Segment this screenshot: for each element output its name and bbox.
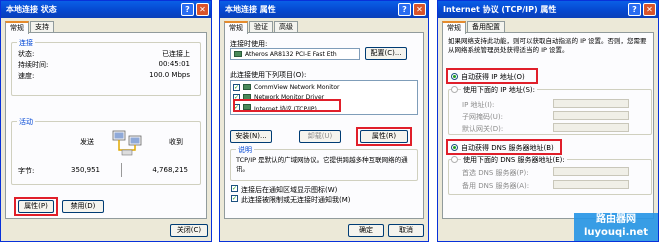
disable-button[interactable]: 禁用(D) — [62, 200, 104, 213]
gateway-field — [553, 123, 629, 132]
auto-ip-label: 自动获得 IP 地址(O) — [461, 73, 525, 81]
description-group: 说明 TCP/IP 是默认的广域网协议。它提供跨越多种互联网络的通讯。 — [230, 145, 418, 181]
show-icon-checkbox[interactable]: ✓ — [231, 185, 238, 192]
properties-button[interactable]: 属性(P) — [18, 200, 54, 213]
activity-group-label: 活动 — [17, 117, 35, 127]
watermark-url: luyouqi.net — [583, 227, 649, 238]
intro-text: 如果网络支持此功能，则可以获取自动指派的 IP 设置。否则，您需要从网络系统管理… — [448, 37, 647, 54]
bytes-received-value: 4,768,215 — [152, 166, 188, 174]
bytes-sent-value: 350,951 — [71, 166, 100, 174]
list-item-label: Internet 协议 (TCP/IP) — [254, 106, 317, 113]
cancel-button[interactable]: 取消 — [388, 224, 424, 237]
speed-label: 速度: — [18, 72, 35, 80]
help-button[interactable]: ? — [628, 3, 641, 16]
checkbox[interactable]: ✓ — [233, 84, 240, 91]
duration-value: 00:45:01 — [158, 60, 190, 68]
connection-group-label: 连接 — [17, 38, 35, 48]
speed-value: 100.0 Mbps — [149, 71, 190, 79]
network-card-icon — [234, 51, 242, 57]
subnet-mask-field — [553, 111, 629, 120]
duration-label: 持续时间: — [18, 61, 49, 69]
ip-address-label: IP 地址(I): — [462, 101, 495, 109]
connection-group: 连接 状态: 已连接上 持续时间: 00:45:01 速度: 100.0 Mbp… — [11, 38, 201, 96]
status-label: 状态: — [18, 50, 35, 58]
manual-dns-label: 使用下面的 DNS 服务器地址(E): — [461, 155, 567, 165]
list-item-label: CommView Network Monitor — [254, 84, 340, 91]
adapter-name: Atheros AR8132 PCI-E Fast Eth — [245, 51, 337, 58]
auto-dns-label: 自动获得 DNS 服务器地址(B) — [461, 144, 554, 152]
status-title-bar: 本地连接 状态 ? ✕ — [1, 1, 211, 18]
manual-dns-radio[interactable] — [451, 156, 458, 163]
ip-address-field — [553, 99, 629, 108]
checkbox[interactable]: ✓ — [233, 104, 240, 111]
items-label: 此连接使用下列项目(O): — [230, 71, 307, 79]
tab-general[interactable]: 常规 — [442, 21, 466, 34]
status-window: 本地连接 状态 ? ✕ 常规 支持 连接 状态: 已连接上 持续时间: 00:4… — [0, 0, 212, 242]
service-icon — [243, 84, 251, 90]
service-icon — [243, 94, 251, 100]
manual-dns-group: 使用下面的 DNS 服务器地址(E): 首选 DNS 服务器(P): 备用 DN… — [448, 155, 652, 195]
list-item-label: Network Monitor Driver — [254, 94, 325, 101]
manual-ip-radio[interactable] — [451, 86, 458, 93]
list-item-selected[interactable]: ✓ Internet 协议 (TCP/IP) — [233, 103, 413, 113]
alternate-dns-label: 备用 DNS 服务器(A): — [462, 182, 530, 190]
status-value: 已连接上 — [162, 50, 190, 58]
checkbox[interactable]: ✓ — [233, 94, 240, 101]
tcpip-title-bar: Internet 协议 (TCP/IP) 属性 ? ✕ — [438, 1, 658, 18]
auto-dns-radio[interactable] — [451, 144, 458, 151]
network-activity-icon — [109, 128, 145, 158]
status-panel: 连接 状态: 已连接上 持续时间: 00:45:01 速度: 100.0 Mbp… — [5, 32, 207, 219]
bytes-label: 字节: — [18, 167, 35, 175]
ok-button[interactable]: 确定 — [348, 224, 384, 237]
preferred-dns-field — [553, 167, 629, 176]
status-window-title: 本地连接 状态 — [6, 5, 57, 14]
alternate-dns-field — [553, 180, 629, 189]
tab-general[interactable]: 常规 — [224, 21, 248, 34]
tcpip-panel: 如果网络支持此功能，则可以获取自动指派的 IP 设置。否则，您需要从网络系统管理… — [442, 32, 654, 219]
activity-group: 活动 发送 收到 字节: 350,951 4,768,215 — [11, 117, 201, 185]
properties-window-title: 本地连接 属性 — [225, 5, 276, 14]
protocol-icon — [243, 104, 251, 110]
watermark: 路由器网 luyouqi.net — [574, 213, 658, 241]
close-window-button[interactable]: ✕ — [643, 3, 656, 16]
close-button[interactable]: 关闭(C) — [170, 224, 208, 237]
sent-label: 发送 — [80, 138, 94, 146]
properties-title-bar: 本地连接 属性 ? ✕ — [220, 1, 428, 18]
watermark-title: 路由器网 — [596, 214, 636, 225]
help-button[interactable]: ? — [398, 3, 411, 16]
preferred-dns-label: 首选 DNS 服务器(P): — [462, 169, 529, 177]
help-button[interactable]: ? — [181, 3, 194, 16]
tcpip-window: Internet 协议 (TCP/IP) 属性 ? ✕ 常规 备用配置 如果网络… — [437, 0, 659, 242]
components-list[interactable]: ✓ CommView Network Monitor ✓ Network Mon… — [230, 80, 418, 115]
tab-general[interactable]: 常规 — [5, 21, 29, 34]
auto-ip-radio[interactable] — [451, 73, 458, 80]
list-item[interactable]: ✓ CommView Network Monitor — [233, 83, 413, 93]
properties-panel: 连接时使用: Atheros AR8132 PCI-E Fast Eth 配置(… — [224, 32, 424, 219]
notify-checkbox[interactable]: ✓ — [231, 195, 238, 202]
received-label: 收到 — [169, 138, 183, 146]
close-window-button[interactable]: ✕ — [413, 3, 426, 16]
close-window-button[interactable]: ✕ — [196, 3, 209, 16]
description-label: 说明 — [236, 145, 254, 155]
item-properties-button[interactable]: 属性(R) — [360, 130, 408, 143]
uninstall-button: 卸载(U) — [299, 130, 341, 143]
manual-ip-group: 使用下面的 IP 地址(S): IP 地址(I): 子网掩码(U): 默认网关(… — [448, 85, 652, 135]
adapter-field: Atheros AR8132 PCI-E Fast Eth — [230, 48, 360, 60]
subnet-mask-label: 子网掩码(U): — [462, 113, 503, 121]
description-text: TCP/IP 是默认的广域网协议。它提供跨越多种互联网络的通讯。 — [236, 156, 408, 173]
notify-label: 此连接被限制或无连接时通知我(M) — [241, 196, 351, 204]
list-item[interactable]: ✓ Network Monitor Driver — [233, 93, 413, 103]
tcpip-window-title: Internet 协议 (TCP/IP) 属性 — [443, 5, 557, 14]
install-button[interactable]: 安装(N)... — [230, 130, 272, 143]
configure-button[interactable]: 配置(C)... — [365, 47, 407, 60]
manual-ip-label: 使用下面的 IP 地址(S): — [461, 85, 537, 95]
show-icon-label: 连接后在通知区域显示图标(W) — [241, 186, 338, 194]
properties-window: 本地连接 属性 ? ✕ 常规 验证 高级 连接时使用: Atheros AR81… — [219, 0, 429, 242]
gateway-label: 默认网关(D): — [462, 125, 504, 133]
